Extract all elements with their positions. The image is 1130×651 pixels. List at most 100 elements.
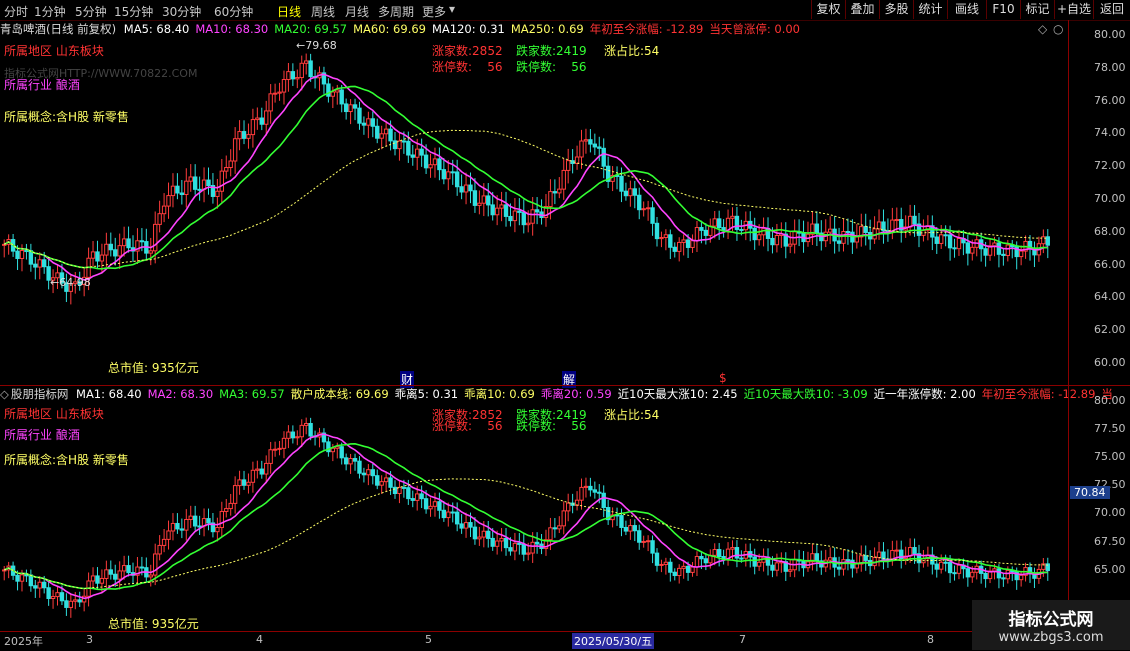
f10-button[interactable]: F10 [986, 0, 1020, 19]
candle-body [654, 222, 660, 240]
candle-body [534, 209, 540, 213]
stats-button[interactable]: 统计 [913, 0, 947, 19]
candle-body [1045, 236, 1050, 246]
upper-indicator-line: 青岛啤酒(日线 前复权) MA5: 68.40 MA10: 68.30 MA20: … [0, 21, 806, 37]
adjust-button[interactable]: 复权 [811, 0, 845, 19]
overlay-button[interactable]: 叠加 [845, 0, 879, 19]
candle-body [685, 565, 691, 573]
candle-body [894, 549, 899, 552]
candle-body [370, 469, 375, 477]
candle-body [104, 243, 109, 256]
candle-body [561, 169, 566, 190]
indicator-value: MA250: 0.69 [510, 22, 584, 36]
candle-body [592, 143, 598, 148]
candle-body [552, 527, 558, 530]
candle-body [450, 171, 455, 174]
candle-body [224, 167, 229, 172]
candle-body [375, 475, 380, 486]
candle-body [383, 477, 389, 483]
tab-15min[interactable]: 15分钟 [114, 3, 153, 20]
candle-body [397, 486, 402, 495]
tab-1min[interactable]: 1分钟 [34, 3, 66, 20]
limit-up-count-lower: 涨停数: 56 [432, 419, 503, 433]
candle-body [645, 207, 651, 210]
ma-line [3, 85, 1048, 270]
candle-body [970, 571, 975, 578]
candle-body [1001, 577, 1006, 580]
candle-body [481, 530, 487, 538]
event-dividend-icon[interactable]: $ [719, 371, 727, 385]
candle-body [463, 522, 469, 529]
candle-body [628, 525, 633, 532]
candle-body [215, 190, 220, 197]
tab-fenshi[interactable]: 分时 [4, 3, 28, 20]
candle-body [472, 190, 478, 206]
period-toolbar: 分时 1分钟 5分钟 15分钟 30分钟 60分钟 日线 周线 月线 多周期 更… [0, 0, 1130, 21]
draw-line-button[interactable]: 画线 [947, 0, 986, 19]
settings-diamond-icon[interactable]: ◇ [1038, 22, 1047, 36]
candle-body [472, 526, 478, 540]
candle-body [250, 469, 256, 483]
circle-icon[interactable]: ○ [1053, 22, 1063, 36]
candle-body [490, 537, 495, 547]
candle-body [534, 541, 540, 545]
add-watchlist-button[interactable]: +自选 [1054, 0, 1093, 19]
candle-body [623, 190, 629, 197]
tab-multi-period[interactable]: 多周期 [378, 3, 414, 20]
candle-body [339, 89, 344, 105]
y-tick-label: 70.00 [1094, 192, 1126, 205]
candle-body [521, 211, 526, 226]
candle-body [530, 541, 535, 554]
multi-stock-button[interactable]: 多股 [879, 0, 913, 19]
candle-body [712, 549, 717, 556]
back-button[interactable]: 返回 [1093, 0, 1130, 19]
candle-body [419, 148, 424, 156]
candle-body [650, 540, 655, 554]
candle-body [468, 522, 473, 528]
concept-label-lower: 所属概念:含H股 新零售 [4, 453, 129, 467]
candle-body [126, 565, 131, 574]
lower-indicator-chart[interactable] [0, 401, 1068, 631]
tab-30min[interactable]: 30分钟 [162, 3, 201, 20]
candle-body [139, 566, 145, 569]
mark-button[interactable]: 标记 [1020, 0, 1054, 19]
candle-body [277, 447, 282, 450]
up-ratio: 涨占比:54 [604, 44, 660, 58]
candle-body [956, 237, 962, 250]
candle-body [423, 498, 429, 510]
candle-body [370, 118, 375, 127]
candle-body [934, 236, 939, 244]
chevron-down-icon[interactable]: ▾ [449, 2, 455, 16]
tab-daily[interactable]: 日线 [277, 3, 301, 20]
candle-body [68, 600, 74, 608]
candle-body [241, 131, 247, 139]
candle-body [494, 207, 500, 216]
tab-60min[interactable]: 60分钟 [214, 3, 253, 20]
collapse-icon[interactable]: ◇ [0, 387, 9, 401]
indicator-value: 乖离10: 0.69 [464, 387, 535, 401]
candle-body [876, 551, 882, 559]
tab-weekly[interactable]: 周线 [311, 3, 335, 20]
candle-body [237, 479, 242, 487]
upper-candlestick-chart[interactable] [0, 36, 1068, 386]
candle-body [677, 567, 682, 577]
candle-body [494, 540, 500, 547]
tab-more[interactable]: 更多 [422, 3, 446, 20]
candle-body [348, 458, 353, 465]
tab-5min[interactable]: 5分钟 [75, 3, 107, 20]
candle-body [366, 469, 371, 476]
candle-body [659, 563, 664, 566]
date-label-mar: 3 [86, 633, 93, 646]
candle-body [392, 140, 398, 150]
candle-body [15, 250, 20, 259]
candle-body [583, 485, 589, 488]
candle-body [663, 234, 669, 239]
candle-body [59, 592, 65, 602]
tab-monthly[interactable]: 月线 [345, 3, 369, 20]
candle-body [641, 540, 646, 543]
candle-body [579, 486, 584, 501]
candle-body [259, 468, 264, 475]
candle-body [637, 530, 642, 543]
candle-body [863, 555, 868, 561]
candle-body [619, 515, 624, 528]
